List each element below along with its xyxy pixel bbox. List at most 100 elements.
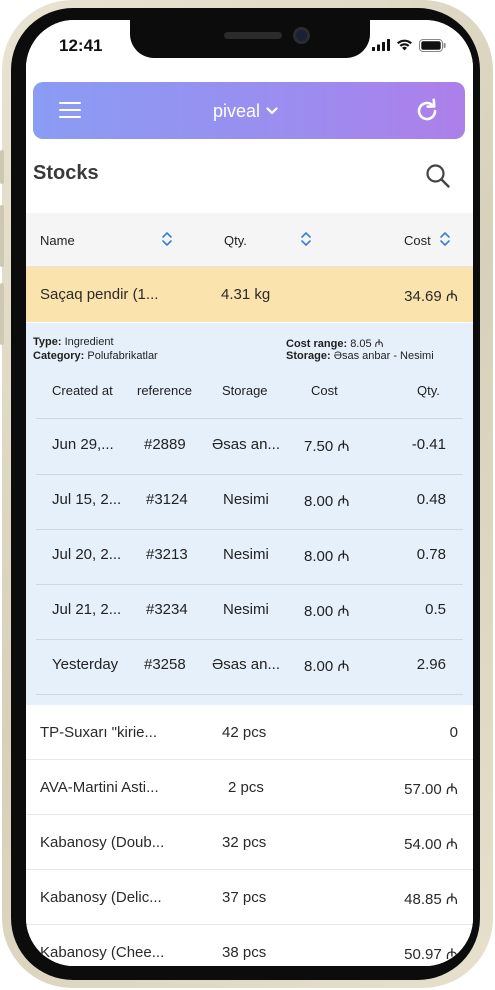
column-created-at: Created at — [52, 383, 113, 398]
detail-storage: Storage: Əsas anbar - Nesimi — [286, 350, 434, 362]
cell-qty: 38 pcs — [222, 944, 267, 961]
movements-table-header: Created at reference Storage Cost Qty. — [26, 383, 473, 417]
column-cost: Cost — [311, 383, 338, 398]
detail-storage-label: Storage: — [286, 350, 331, 362]
table-row[interactable]: AVA-Martini Asti... 2 pcs 57.00 ₼ — [26, 760, 473, 815]
cell-qty: 0.78 — [416, 546, 446, 563]
cell-storage: Nesimi — [223, 601, 269, 618]
sort-icon[interactable] — [439, 231, 451, 247]
cell-created-at: Jul 20, 2... — [52, 546, 122, 563]
cell-cost: 0 — [449, 724, 458, 741]
cell-qty: 37 pcs — [222, 889, 267, 906]
table-row[interactable]: Kabanosy (Doub... 32 pcs 54.00 ₼ — [26, 815, 473, 870]
cell-reference: #3234 — [146, 601, 188, 618]
status-icons — [372, 38, 446, 52]
menu-button[interactable] — [59, 101, 81, 121]
cell-qty: 32 pcs — [222, 834, 267, 851]
detail-type-label: Type: — [33, 336, 62, 348]
column-reference: reference — [137, 383, 192, 398]
cell-name: TP-Suxarı "kirie... — [40, 724, 158, 741]
page-title: Stocks — [33, 162, 99, 184]
phone-side-button — [0, 205, 4, 267]
cell-storage: Nesimi — [223, 546, 269, 563]
column-storage: Storage — [222, 383, 268, 398]
table-row-selected[interactable]: Saçaq pendir (1... 4.31 kg 34.69 ₼ — [26, 267, 473, 322]
hamburger-icon-line — [59, 116, 81, 119]
cell-reference: #3124 — [146, 491, 188, 508]
store-selector[interactable]: piveal — [213, 98, 278, 124]
detail-storage-value: Əsas anbar - Nesimi — [333, 350, 434, 362]
cell-qty: 0.5 — [425, 601, 446, 618]
cell-reference: #3258 — [144, 656, 186, 673]
cell-created-at: Jul 21, 2... — [52, 601, 122, 618]
cell-qty: 0.48 — [416, 491, 446, 508]
battery-icon — [419, 38, 446, 52]
cell-cost: 8.00 ₼ — [304, 658, 350, 675]
cell-qty: 42 pcs — [222, 724, 267, 741]
cell-qty: -0.41 — [411, 436, 446, 453]
refresh-icon[interactable] — [414, 98, 440, 124]
detail-category-value: Polufabrikatlar — [87, 350, 158, 362]
cell-cost: 8.00 ₼ — [304, 548, 350, 565]
cell-cost: 7.50 ₼ — [304, 438, 350, 455]
cell-cost: 48.85 ₼ — [404, 891, 458, 908]
sort-icon[interactable] — [300, 231, 312, 247]
cell-cost: 34.69 ₼ — [404, 288, 458, 305]
cell-qty: 2 pcs — [228, 779, 264, 796]
cell-cost: 57.00 ₼ — [404, 781, 458, 798]
status-time: 12:41 — [59, 36, 103, 55]
app-header: piveal — [33, 82, 465, 139]
app-screen: 12:41 piveal Stocks Name Qty. Cost Saçaq… — [26, 20, 473, 966]
wifi-icon — [397, 39, 412, 51]
chevron-down-icon — [266, 107, 278, 115]
cell-created-at: Jul 15, 2... — [52, 491, 122, 508]
cell-storage: Əsas an... — [212, 436, 280, 453]
table-row[interactable]: Kabanosy (Chee... 38 pcs 50.97 ₼ — [26, 925, 473, 966]
speaker — [224, 32, 282, 39]
cell-cost: 8.00 ₼ — [304, 603, 350, 620]
movement-row: Jul 20, 2... #3213 Nesimi 8.00 ₼ 0.78 — [26, 529, 473, 584]
cell-created-at: Jun 29,... — [52, 436, 114, 453]
sort-icon[interactable] — [161, 231, 173, 247]
detail-type: Type: Ingredient — [33, 336, 114, 348]
phone-side-button — [0, 283, 4, 345]
detail-type-value: Ingredient — [64, 336, 114, 348]
notch — [130, 20, 370, 58]
divider — [36, 694, 463, 695]
column-cost[interactable]: Cost — [404, 233, 431, 248]
movement-row: Jun 29,... #2889 Əsas an... 7.50 ₼ -0.41 — [26, 419, 473, 474]
detail-cost-range-label: Cost range: — [286, 338, 348, 350]
cell-name: Kabanosy (Chee... — [40, 944, 165, 961]
detail-cost-range-value: 8.05 ₼ — [350, 338, 384, 350]
cell-name: Kabanosy (Delic... — [40, 889, 162, 906]
search-icon[interactable] — [425, 163, 451, 189]
cell-name: AVA-Martini Asti... — [40, 779, 159, 796]
phone-side-button — [0, 150, 4, 184]
table-row[interactable]: TP-Suxarı "kirie... 42 pcs 0 — [26, 705, 473, 760]
cell-storage: Nesimi — [223, 491, 269, 508]
table-row[interactable]: Kabanosy (Delic... 37 pcs 48.85 ₼ — [26, 870, 473, 925]
table-header: Name Qty. Cost — [26, 213, 473, 267]
stock-detail-panel: Type: Ingredient Category: Polufabrikatl… — [26, 323, 473, 705]
status-bar: 12:41 — [26, 20, 473, 72]
cell-name: Kabanosy (Doub... — [40, 834, 165, 851]
cell-qty: 2.96 — [416, 656, 446, 673]
signal-icon — [372, 39, 390, 51]
column-qty[interactable]: Qty. — [224, 233, 247, 248]
camera — [293, 27, 310, 44]
cell-reference: #2889 — [144, 436, 186, 453]
store-name: piveal — [213, 100, 261, 121]
detail-category: Category: Polufabrikatlar — [33, 350, 158, 362]
column-name[interactable]: Name — [40, 233, 75, 248]
movement-row: Jul 21, 2... #3234 Nesimi 8.00 ₼ 0.5 — [26, 584, 473, 639]
cell-reference: #3213 — [146, 546, 188, 563]
movement-row: Yesterday #3258 Əsas an... 8.00 ₼ 2.96 — [26, 639, 473, 694]
cell-qty: 4.31 kg — [221, 286, 271, 303]
detail-category-label: Category: — [33, 350, 85, 362]
cell-storage: Əsas an... — [212, 656, 280, 673]
cell-cost: 54.00 ₼ — [404, 836, 458, 853]
cell-name: Saçaq pendir (1... — [40, 286, 159, 303]
detail-cost-range: Cost range: 8.05 ₼ — [286, 336, 384, 351]
movement-row: Jul 15, 2... #3124 Nesimi 8.00 ₼ 0.48 — [26, 474, 473, 529]
cell-created-at: Yesterday — [52, 656, 119, 673]
